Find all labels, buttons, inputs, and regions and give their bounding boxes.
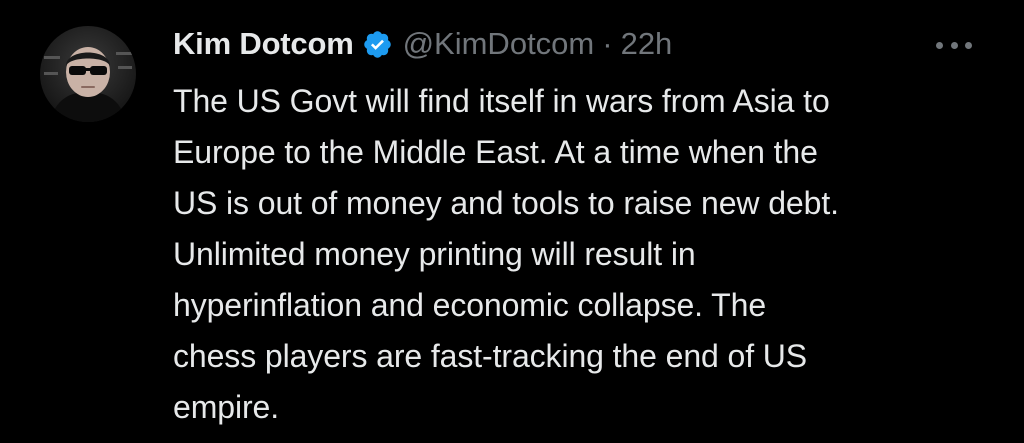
separator-dot: · (602, 26, 613, 61)
avatar-image (40, 26, 136, 122)
tweet-timestamp[interactable]: 22h (621, 26, 673, 62)
more-dot (965, 41, 972, 49)
tweet-card[interactable]: Kim Dotcom @KimDotcom · 22h The US Govt … (0, 0, 1024, 443)
tweet-text-line: US is out of money and tools to raise ne… (173, 185, 839, 221)
tweet-text-line: The US Govt will find itself in wars fro… (173, 83, 830, 119)
tweet-text-line: Europe to the Middle East. At a time whe… (173, 134, 818, 170)
tweet-text-line: chess players are fast-tracking the end … (173, 338, 808, 374)
more-options-icon[interactable] (936, 36, 972, 54)
more-dot (950, 41, 958, 49)
tweet-text-line: hyperinflation and economic collapse. Th… (173, 287, 767, 323)
author-handle[interactable]: @KimDotcom (403, 26, 595, 62)
more-dot (936, 41, 943, 49)
tweet-text-line: Unlimited money printing will result in (173, 236, 696, 272)
verified-badge-icon (362, 29, 393, 60)
tweet-text-line: empire. (173, 389, 280, 425)
avatar[interactable] (40, 26, 136, 122)
tweet-text: The US Govt will find itself in wars fro… (173, 76, 993, 433)
tweet-header: Kim Dotcom @KimDotcom · 22h (173, 22, 672, 66)
author-display-name[interactable]: Kim Dotcom (173, 26, 354, 62)
